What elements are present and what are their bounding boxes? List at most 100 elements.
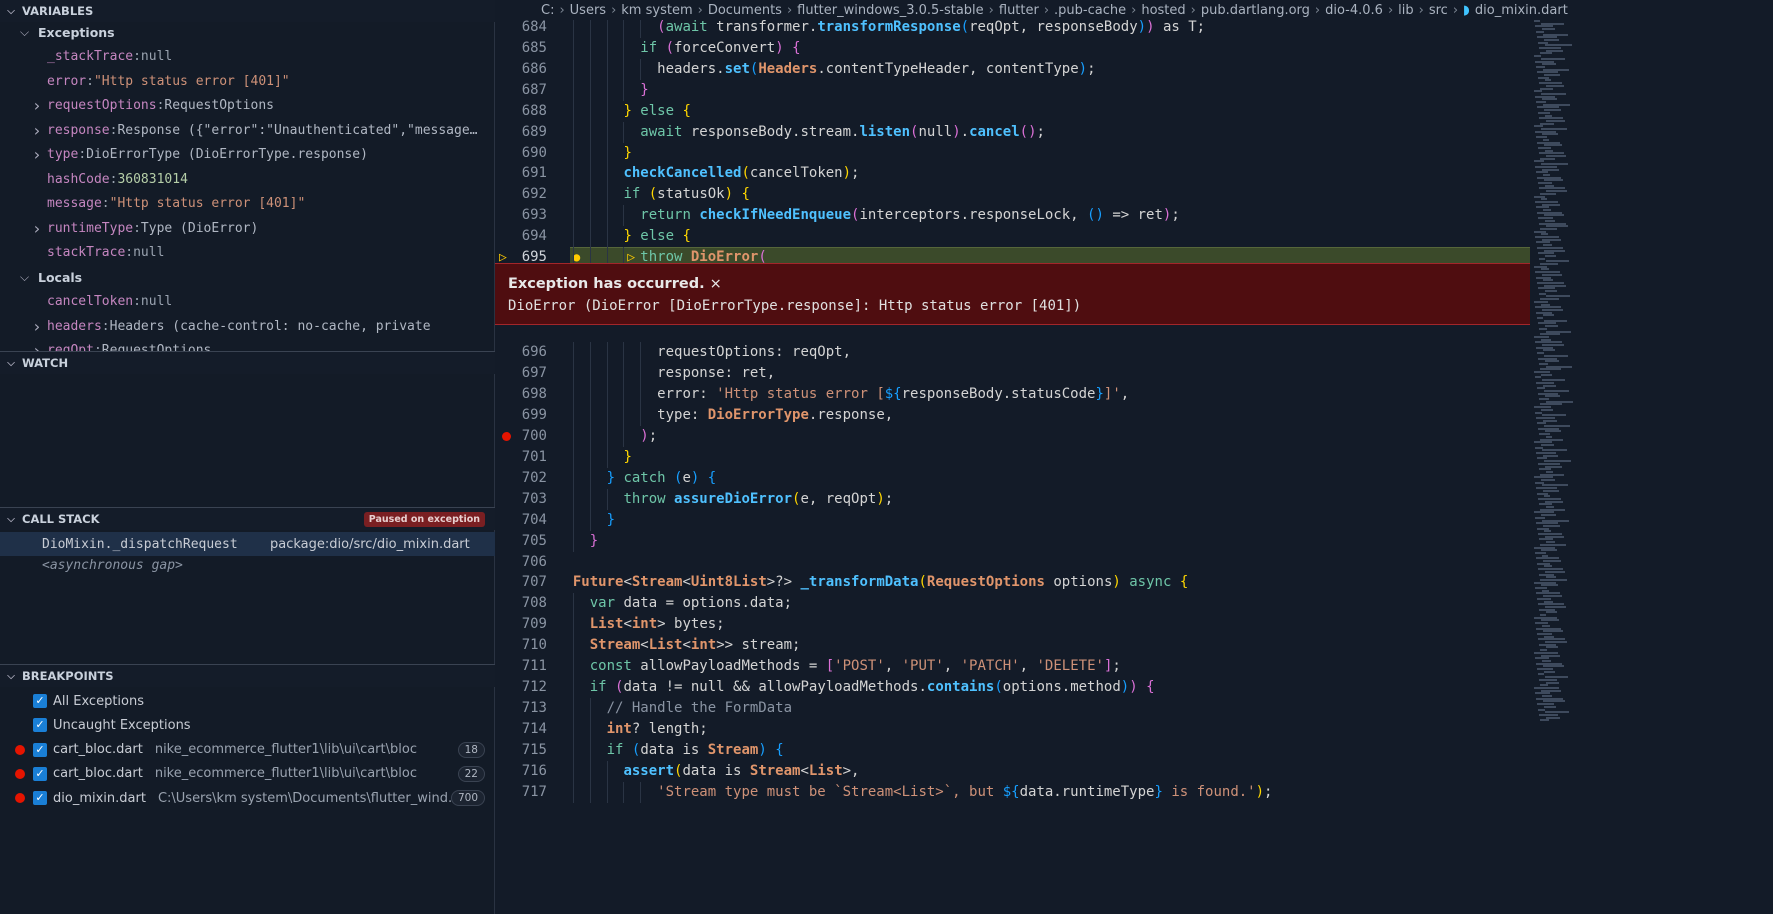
checkbox[interactable]: ✓ <box>33 718 47 733</box>
code-token: type: <box>657 406 708 423</box>
code-line[interactable]: 701} <box>495 446 1530 468</box>
call-stack-header[interactable]: ⌵ CALL STACK Paused on exception <box>0 508 495 530</box>
code-line[interactable]: 707 Future<Stream<Uint8List>?> _transform… <box>495 572 1530 593</box>
breakpoints-header[interactable]: ⌵ BREAKPOINTS <box>0 665 495 687</box>
breadcrumb-item[interactable]: Users <box>570 3 606 18</box>
variables-header[interactable]: ⌵ VARIABLES <box>0 0 495 22</box>
variable-group[interactable]: ⌵ Locals <box>0 265 495 289</box>
breakpoint-item[interactable]: ✓ cart_bloc.dart nike_ecommerce_flutter1\l… <box>0 762 495 786</box>
breadcrumb-item[interactable]: dio-4.0.6 <box>1325 3 1383 18</box>
colon: : <box>133 294 141 309</box>
code-line[interactable]: 711 const allowPayloadMethods = ['POST', … <box>495 656 1530 678</box>
code-line[interactable]: 710 Stream<List<int>> stream; <box>495 635 1530 657</box>
code-token: < <box>623 574 632 591</box>
code-line[interactable]: 685 if (forceConvert) { <box>495 38 1530 59</box>
variable-item[interactable]: › requestOptions: RequestOptions <box>0 94 495 118</box>
close-icon[interactable]: × <box>710 276 722 292</box>
variable-item[interactable]: › runtimeType: Type (DioError) <box>0 216 495 240</box>
minimap-line <box>1538 217 1553 220</box>
code-token: int <box>606 721 632 738</box>
minimap-line <box>1545 430 1561 433</box>
code-line[interactable]: 704} <box>495 509 1530 531</box>
code-line[interactable]: 687} <box>495 79 1530 101</box>
breakpoint-dot-icon <box>15 744 25 755</box>
variable-item[interactable]: › headers: Headers (cache-control: no-cac… <box>0 314 495 338</box>
breadcrumb-item[interactable]: pub.dartlang.org <box>1201 3 1310 18</box>
code-token: 'Stream type must be `Stream<List>`, but <box>657 783 1003 800</box>
code-line[interactable]: 699 type: DioErrorType.response, <box>495 404 1530 426</box>
breadcrumb-item[interactable]: src <box>1429 3 1448 18</box>
code-text: response: ret, <box>657 363 775 384</box>
code-line[interactable]: 706 <box>495 552 1530 573</box>
minimap-line <box>1539 257 1545 260</box>
minimap-line <box>1534 441 1552 444</box>
code-token: } <box>623 102 632 119</box>
checkbox[interactable]: ✓ <box>33 694 47 708</box>
checkbox[interactable]: ✓ <box>33 791 47 806</box>
code-line[interactable]: 693 return checkIfNeedEnqueue(interceptor… <box>495 205 1530 227</box>
code-line[interactable]: 689 await responseBody.stream.listen(null… <box>495 121 1530 143</box>
indent-guide <box>606 761 608 782</box>
code-line[interactable]: 684 (await transformer.transformResponse(… <box>495 17 1530 39</box>
code-token: 'PUT' <box>901 658 944 675</box>
code-line[interactable]: 690} <box>495 142 1530 164</box>
breakpoint-item[interactable]: ✓ All Exceptions <box>0 689 495 713</box>
code-line[interactable]: 692 if (statusOk) { <box>495 184 1530 206</box>
minimap-line <box>1540 473 1564 476</box>
code-line[interactable]: 715 if (data is Stream) { <box>495 740 1530 762</box>
breadcrumb-item[interactable]: km system <box>621 3 692 18</box>
indent-guide <box>572 677 574 699</box>
code-editor[interactable]: C: › Users › km system › Documents › flutter_win… <box>495 0 1773 914</box>
minimap-line <box>1537 246 1563 249</box>
code-line[interactable]: 717 'Stream type must be `Stream<List>`, … <box>495 781 1530 803</box>
indent-guide <box>572 425 574 447</box>
code-token: cancelToken <box>749 165 843 182</box>
code-line[interactable]: 686 headers.set(Headers.contentTypeHeader… <box>495 58 1530 80</box>
breadcrumb-item[interactable]: hosted <box>1141 3 1185 18</box>
breakpoint-item[interactable]: ✓ dio_mixin.dart C:\Users\km system\Docume… <box>0 786 495 810</box>
variable-item[interactable]: › response: Response ({"error":"Unauthent… <box>0 118 495 142</box>
code-token: () <box>1087 207 1104 224</box>
code-line[interactable]: 688} else { <box>495 100 1530 122</box>
code-line[interactable]: 714 int? length; <box>495 719 1530 741</box>
variable-group[interactable]: ⌵ Exceptions <box>0 20 495 44</box>
code-line[interactable]: 698 error: 'Http status error [${response… <box>495 383 1530 405</box>
watch-header[interactable]: ⌵ WATCH <box>0 352 495 374</box>
code-token: data is <box>682 763 750 779</box>
breakpoint-item[interactable]: ✓ cart_bloc.dart nike_ecommerce_flutter1\l… <box>0 738 495 762</box>
breakpoint-item[interactable]: ✓ Uncaught Exceptions <box>0 713 495 737</box>
breadcrumb-item[interactable]: dio_mixin.dart <box>1475 3 1568 18</box>
code-line[interactable]: 691 checkCancelled(cancelToken); <box>495 163 1530 185</box>
breadcrumb-item[interactable]: flutter <box>999 3 1039 18</box>
breadcrumb-item[interactable]: .pub-cache <box>1054 3 1126 18</box>
indent-guide <box>589 342 591 363</box>
indent-guide <box>572 740 574 762</box>
checkbox[interactable]: ✓ <box>33 742 47 757</box>
variable-item[interactable]: › type: DioErrorType (DioErrorType.respon… <box>0 143 495 167</box>
code-line[interactable]: 703 throw assureDioError(e, reqOpt); <box>495 488 1530 510</box>
variable-value: Type (DioError) <box>140 220 259 236</box>
code-line[interactable]: 713 // Handle the FormData <box>495 698 1530 720</box>
minimap-line <box>1544 38 1559 41</box>
code-line[interactable]: 702} catch (e) { <box>495 467 1530 489</box>
code-line[interactable]: 712 if (data != null && allowPayloadMetho… <box>495 677 1530 699</box>
code-line[interactable]: 705} <box>495 530 1530 552</box>
minimap[interactable] <box>1530 20 1573 722</box>
code-line[interactable]: 716 assert(data is Stream<List>, <box>495 761 1530 782</box>
indent-guide <box>640 362 642 384</box>
breadcrumb-item[interactable]: Documents <box>708 3 782 18</box>
indent-guide <box>589 163 591 185</box>
minimap-line <box>1534 160 1544 163</box>
code-line[interactable]: 696 requestOptions: reqOpt, <box>495 342 1530 363</box>
checkbox[interactable]: ✓ <box>33 766 47 781</box>
breadcrumb-item[interactable]: flutter_windows_3.0.5-stable <box>797 3 984 18</box>
code-line[interactable]: 708 var data = options.data; <box>495 593 1530 615</box>
code-line[interactable]: 700); <box>495 425 1530 447</box>
code-line[interactable]: 697 response: ret, <box>495 362 1530 384</box>
code-token: e, reqOpt <box>800 490 877 507</box>
code-line[interactable]: 694} else { <box>495 226 1530 248</box>
code-line[interactable]: 709 List<int> bytes; <box>495 614 1530 636</box>
indent-guide <box>623 121 625 143</box>
breadcrumb-item[interactable]: lib <box>1398 3 1413 18</box>
breadcrumb-item[interactable]: C: <box>541 3 554 18</box>
